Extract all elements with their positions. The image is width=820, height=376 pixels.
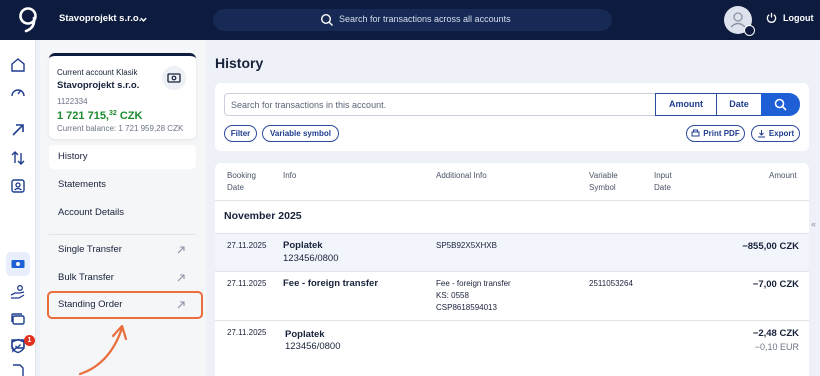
account-card[interactable]: Current account Klasik Stavoprojekt s.r.… — [49, 53, 196, 139]
account-search-input[interactable]: Search for transactions in this account. — [224, 93, 656, 116]
outgoing-payment-icon[interactable] — [10, 122, 26, 138]
account-switch-button[interactable] — [162, 66, 186, 90]
export-label: Export — [768, 129, 795, 138]
row-amount: −855,00 CZK — [742, 241, 799, 252]
nav-divider — [49, 234, 196, 235]
page-title: History — [215, 55, 264, 71]
power-icon — [766, 12, 777, 23]
banknote-icon — [167, 73, 181, 83]
collapse-panel-icon[interactable]: « — [811, 219, 816, 229]
notification-badge: 1 — [24, 335, 35, 346]
row-additional-info: KS: 0558 — [436, 291, 469, 300]
standing-order-highlight — [47, 291, 203, 319]
search-button[interactable] — [761, 93, 800, 116]
export-button[interactable]: Export — [751, 125, 800, 142]
external-arrow-icon — [177, 246, 185, 254]
settings-badge-icon — [744, 25, 755, 36]
row-amount-foreign: −0,10 EUR — [754, 342, 799, 352]
col-booking-date: Booking Date — [227, 170, 256, 194]
nav-account-details[interactable]: Account Details — [49, 201, 196, 225]
col-vs-line2: Symbol — [589, 183, 616, 192]
cards-icon[interactable] — [10, 311, 26, 327]
header-divider — [215, 200, 809, 201]
hand-coins-icon[interactable] — [10, 284, 26, 300]
transfer-arrows-icon[interactable] — [10, 150, 26, 166]
nav-statements[interactable]: Statements — [49, 173, 196, 197]
row-amount: −2,48 CZK — [752, 328, 799, 339]
pointer-arrow-icon — [78, 324, 128, 376]
row-additional-info: CSP8618594013 — [436, 303, 497, 312]
account-search-placeholder: Search for transactions in this account. — [231, 100, 387, 110]
company-switcher[interactable]: Stavoprojekt s.r.o. — [59, 13, 141, 24]
document-icon[interactable] — [11, 364, 25, 376]
logout-button[interactable]: Logout — [766, 12, 814, 23]
col-info: Info — [283, 171, 297, 180]
balance-currency: CZK — [119, 110, 143, 122]
search-by-amount-button[interactable]: Amount — [655, 93, 717, 116]
row-variable-symbol: 2511053264 — [589, 279, 633, 288]
account-number: 1122334 — [57, 97, 88, 106]
account-type: Current account Klasik — [57, 68, 138, 77]
print-pdf-button[interactable]: Print PDF — [686, 125, 745, 142]
col-additional-info: Additional Info — [436, 171, 487, 180]
download-icon — [757, 130, 765, 138]
contact-card-icon[interactable] — [10, 178, 26, 194]
col-booking-date-line1: Booking — [227, 171, 256, 180]
external-arrow-icon — [177, 274, 185, 282]
row-title: Fee - foreign transfer — [283, 278, 379, 289]
top-bar: Stavoprojekt s.r.o. Search for transacti… — [0, 0, 820, 40]
nav-bulk-transfer-label: Bulk Transfer — [58, 272, 114, 283]
variable-symbol-button[interactable]: Variable symbol — [262, 125, 339, 142]
chevron-down-icon[interactable] — [139, 15, 148, 24]
printer-icon — [691, 129, 700, 137]
row-title: Poplatek — [285, 329, 325, 340]
row-booking-date: 27.11.2025 — [227, 241, 267, 250]
row-booking-date: 27.11.2025 — [227, 328, 267, 337]
table-row[interactable] — [215, 233, 809, 271]
row-divider — [215, 320, 809, 321]
balance-main: 1 721 715, — [57, 110, 109, 122]
month-group-heading: November 2025 — [224, 210, 302, 222]
row-divider — [215, 271, 809, 272]
nav-history[interactable]: History — [49, 145, 196, 169]
print-pdf-label: Print PDF — [703, 129, 740, 138]
logout-label: Logout — [783, 12, 814, 23]
bank-logo-icon[interactable] — [17, 6, 39, 34]
dashboard-gauge-icon[interactable] — [10, 84, 26, 100]
col-amount: Amount — [769, 171, 797, 180]
row-additional-info: SP5B92X5XHXB — [436, 241, 497, 250]
search-icon — [320, 13, 333, 26]
search-by-date-button[interactable]: Date — [716, 93, 762, 116]
col-input-line2: Date — [654, 183, 671, 192]
filter-button[interactable]: Filter — [224, 125, 257, 142]
global-search-placeholder: Search for transactions across all accou… — [339, 14, 511, 24]
row-booking-date: 27.11.2025 — [227, 279, 267, 288]
col-booking-date-line2: Date — [227, 183, 244, 192]
account-name: Stavoprojekt s.r.o. — [57, 80, 140, 91]
row-subtitle: 123456/0800 — [285, 341, 341, 352]
col-variable-symbol: Variable Symbol — [589, 170, 618, 194]
global-search-input[interactable]: Search for transactions across all accou… — [213, 9, 612, 31]
nav-single-transfer[interactable]: Single Transfer — [49, 238, 196, 262]
col-vs-line1: Variable — [589, 171, 618, 180]
row-additional-info: Fee - foreign transfer — [436, 279, 511, 288]
balance-cents: 32 — [109, 110, 117, 117]
nav-bulk-transfer[interactable]: Bulk Transfer — [49, 266, 196, 290]
col-input-date: Input Date — [654, 170, 672, 194]
search-icon — [774, 98, 787, 111]
home-icon[interactable] — [10, 57, 26, 73]
row-amount: −7,00 CZK — [752, 279, 799, 290]
nav-single-transfer-label: Single Transfer — [58, 244, 122, 255]
row-subtitle: 123456/0800 — [283, 253, 339, 264]
available-balance: 1 721 715,32 CZK — [57, 110, 142, 122]
row-title: Poplatek — [283, 240, 323, 251]
accounts-banknote-icon[interactable] — [10, 256, 26, 272]
col-input-line1: Input — [654, 171, 672, 180]
icon-sidebar — [0, 40, 36, 376]
current-balance: Current balance: 1 721 959,28 CZK — [57, 124, 184, 133]
